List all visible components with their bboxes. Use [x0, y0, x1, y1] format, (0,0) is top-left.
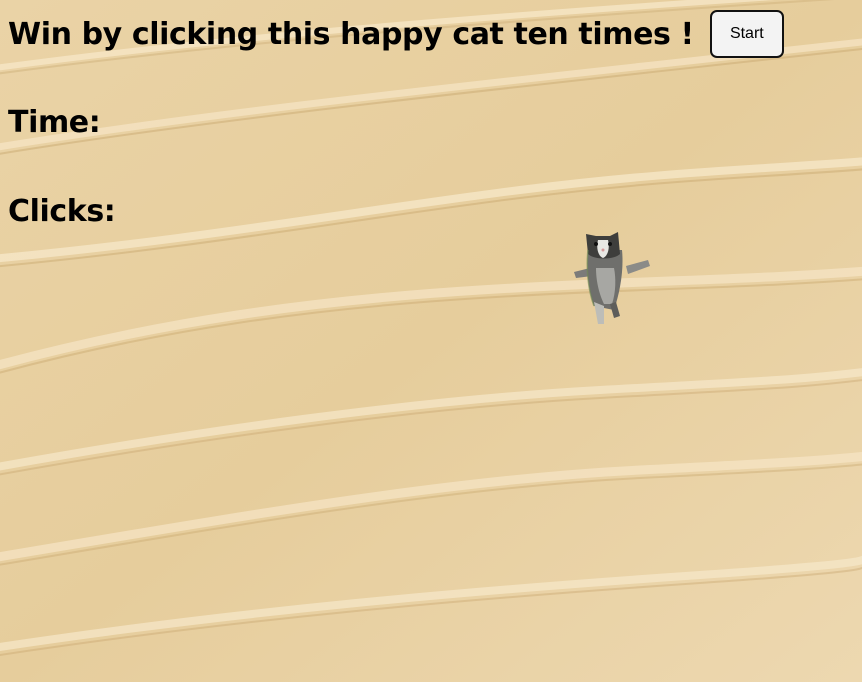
game-area: Win by clicking this happy cat ten times… [0, 0, 862, 682]
time-label: Time: [8, 105, 101, 140]
happy-cat-icon[interactable] [570, 228, 654, 328]
clicks-label: Clicks: [8, 194, 116, 229]
header: Win by clicking this happy cat ten times… [8, 10, 784, 58]
time-readout: Time: [8, 105, 108, 140]
clicks-readout: Clicks: [8, 194, 123, 229]
page-title: Win by clicking this happy cat ten times… [8, 16, 694, 52]
start-button[interactable]: Start [709, 10, 784, 58]
